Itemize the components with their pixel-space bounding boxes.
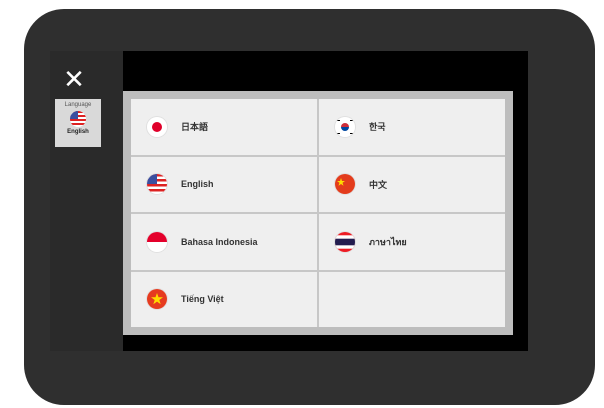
language-option-english[interactable]: English: [131, 156, 317, 212]
language-grid: 日本語 한국 English 中文 Bahasa Indonesia ภาษาไ…: [131, 99, 505, 327]
language-option-label: English: [181, 179, 214, 190]
language-option-japanese[interactable]: 日本語: [131, 99, 317, 155]
vietnam-flag-icon: [147, 289, 167, 310]
language-tab-label: Language: [64, 102, 92, 108]
language-option-label: 中文: [369, 179, 388, 190]
language-option-chinese[interactable]: 中文: [319, 156, 505, 212]
language-panel: 日本語 한국 English 中文 Bahasa Indonesia ภาษาไ…: [123, 91, 513, 335]
korea-flag-icon: [335, 116, 355, 137]
language-option-label: ภาษาไทย: [369, 236, 407, 247]
usa-flag-icon: [147, 174, 167, 195]
language-tab[interactable]: Language English: [55, 99, 101, 147]
indonesia-flag-icon: [147, 231, 167, 252]
close-icon: ✕: [63, 64, 85, 94]
close-button[interactable]: ✕: [55, 60, 93, 98]
usa-flag-icon: [70, 111, 86, 127]
japan-flag-icon: [147, 116, 167, 137]
language-option-label: Bahasa Indonesia: [181, 236, 258, 247]
language-option-label: Tiếng Việt: [181, 294, 224, 305]
language-option-indonesian[interactable]: Bahasa Indonesia: [131, 214, 317, 270]
language-option-label: 한국: [369, 122, 386, 133]
thailand-flag-icon: [335, 231, 355, 252]
language-option-thai[interactable]: ภาษาไทย: [319, 214, 505, 270]
empty-cell: [319, 271, 505, 327]
language-option-vietnamese[interactable]: Tiếng Việt: [131, 271, 317, 327]
language-option-label: 日本語: [181, 122, 209, 133]
language-option-korean[interactable]: 한국: [319, 99, 505, 155]
china-flag-icon: [335, 174, 355, 195]
current-language: English: [67, 129, 89, 135]
